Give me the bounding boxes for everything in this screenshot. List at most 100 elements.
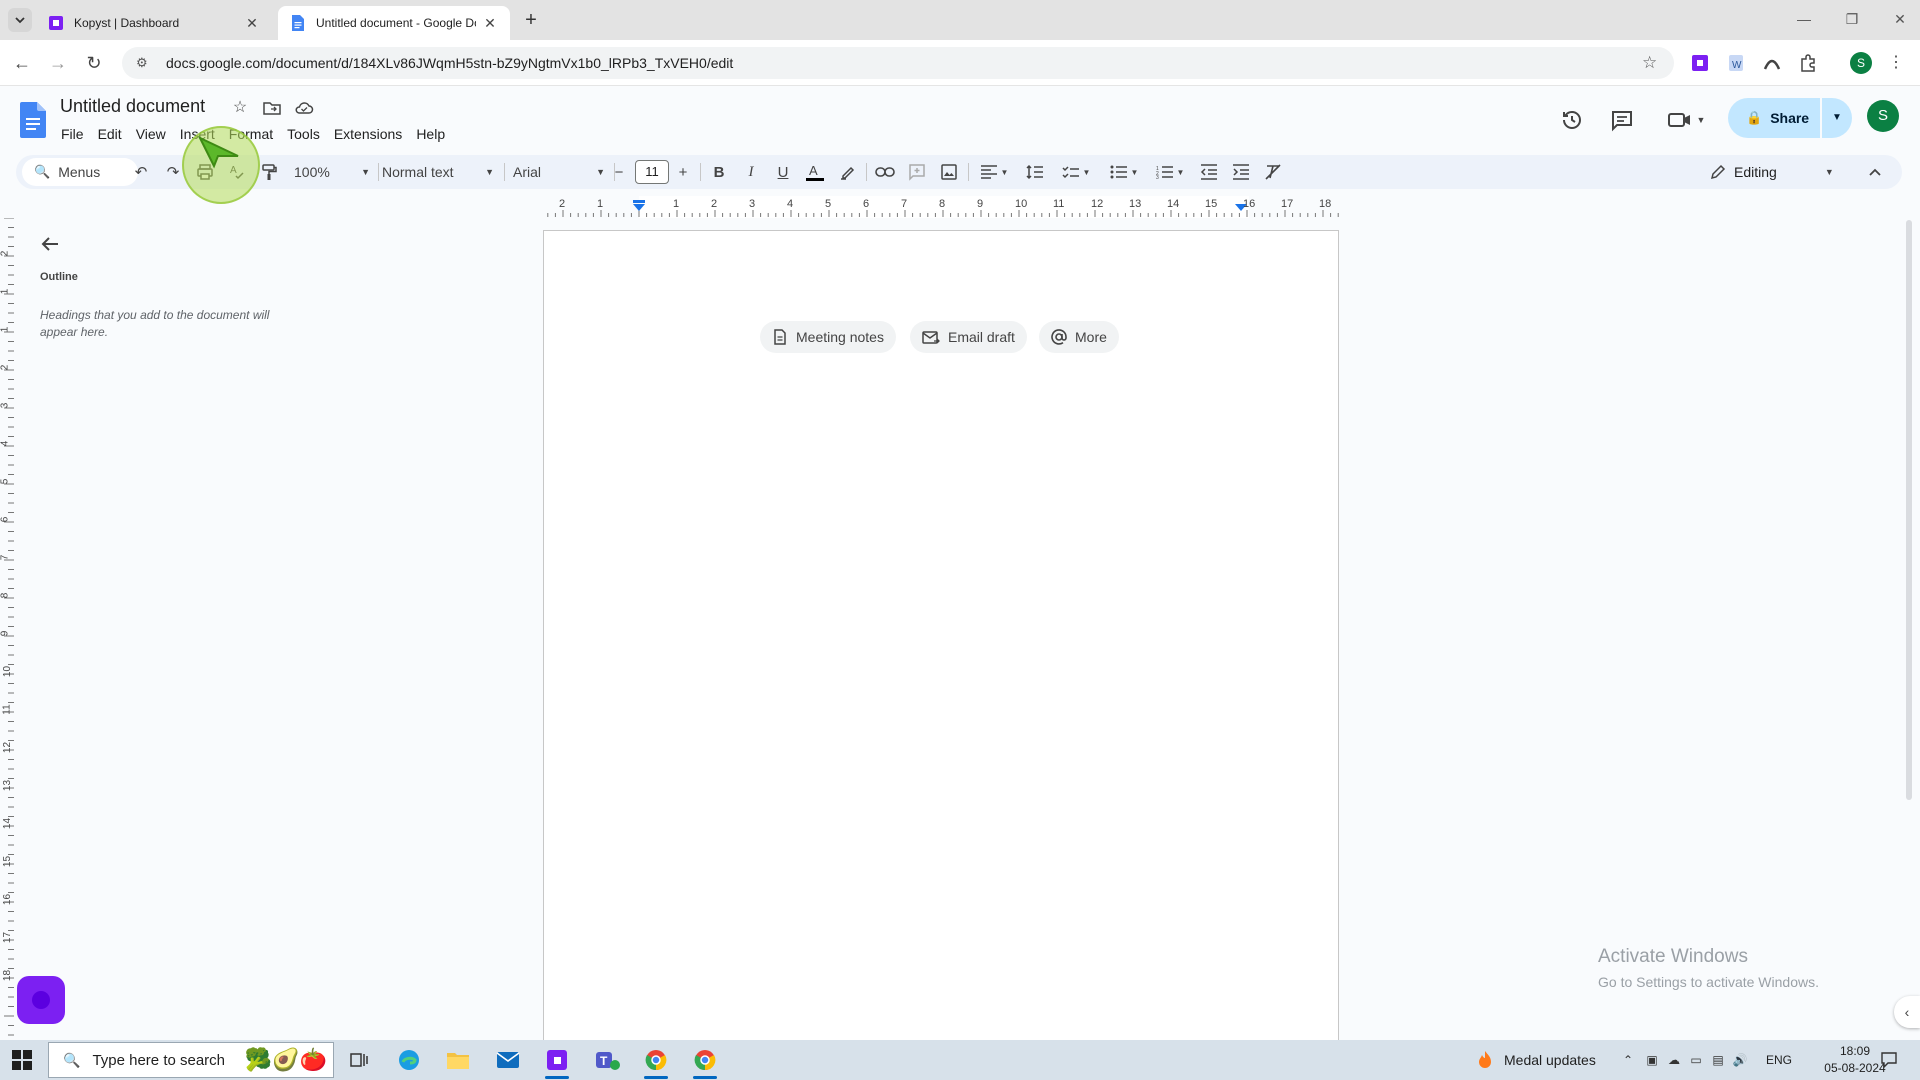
tab-search-button[interactable]: [8, 8, 32, 32]
move-folder-icon[interactable]: [262, 98, 282, 118]
search-menus-input[interactable]: 🔍 Menus: [22, 158, 138, 186]
bold-button[interactable]: B: [706, 159, 732, 185]
text-color-button[interactable]: A: [802, 159, 828, 185]
numbered-list-button[interactable]: 123 ▼: [1150, 159, 1190, 185]
arc-extension-icon[interactable]: [1762, 53, 1782, 73]
volume-icon[interactable]: 🔊: [1732, 1052, 1748, 1068]
underline-button[interactable]: U: [770, 159, 796, 185]
vertical-ruler[interactable]: [0, 218, 14, 1040]
decrease-indent-button[interactable]: [1196, 159, 1222, 185]
menu-view[interactable]: View: [129, 124, 173, 144]
word-extension-icon[interactable]: W: [1726, 53, 1746, 73]
more-chip[interactable]: More: [1039, 321, 1119, 353]
notifications-icon[interactable]: [1880, 1051, 1898, 1069]
language-indicator[interactable]: ENG: [1766, 1053, 1792, 1067]
watermark-subtitle: Go to Settings to activate Windows.: [1598, 974, 1819, 990]
close-icon[interactable]: ✕: [244, 15, 260, 31]
menu-help[interactable]: Help: [409, 124, 452, 144]
close-outline-button[interactable]: [38, 232, 62, 256]
menu-edit[interactable]: Edit: [91, 124, 129, 144]
first-line-indent-marker[interactable]: [633, 200, 645, 203]
insert-link-button[interactable]: [872, 159, 898, 185]
back-button[interactable]: ←: [10, 51, 34, 75]
zoom-value: 100%: [294, 164, 330, 180]
account-avatar[interactable]: S: [1867, 100, 1899, 132]
paragraph-style-select[interactable]: Normal text ▼: [382, 160, 494, 184]
new-tab-button[interactable]: +: [520, 9, 542, 31]
meeting-notes-chip[interactable]: Meeting notes: [760, 321, 896, 353]
hide-menus-button[interactable]: [1862, 159, 1888, 185]
chrome-menu-icon[interactable]: ⋮: [1888, 52, 1904, 74]
star-icon[interactable]: ☆: [230, 98, 250, 118]
font-family-select[interactable]: Arial ▼: [513, 160, 605, 184]
extensions-puzzle-icon[interactable]: [1798, 53, 1818, 73]
insert-image-button[interactable]: [936, 159, 962, 185]
task-view-icon[interactable]: [344, 1046, 374, 1074]
cloud-saved-icon[interactable]: [294, 98, 314, 118]
meet-button[interactable]: ▼: [1662, 106, 1710, 134]
tab-google-docs[interactable]: Untitled document - Google Do ✕: [278, 6, 510, 40]
italic-button[interactable]: I: [738, 159, 764, 185]
google-docs-logo-icon[interactable]: [20, 102, 46, 138]
font-size-input[interactable]: 11: [635, 160, 669, 184]
activate-windows-watermark: Activate Windows Go to Settings to activ…: [1598, 946, 1819, 990]
increase-indent-button[interactable]: [1228, 159, 1254, 185]
vertical-scrollbar[interactable]: [1906, 220, 1912, 800]
medal-flame-icon[interactable]: [1476, 1050, 1494, 1070]
email-draft-chip[interactable]: Email draft: [910, 321, 1027, 353]
side-panel-toggle[interactable]: ‹: [1894, 996, 1920, 1028]
decrease-font-size-button[interactable]: −: [606, 159, 632, 185]
file-explorer-icon[interactable]: [443, 1046, 473, 1074]
chevron-up-icon[interactable]: ⌃: [1620, 1052, 1636, 1068]
network-icon[interactable]: ▤: [1710, 1052, 1726, 1068]
document-page[interactable]: Meeting notes Email draft More: [543, 230, 1339, 1050]
reload-button[interactable]: ↻: [82, 51, 106, 75]
bookmark-star-icon[interactable]: ☆: [1642, 53, 1662, 73]
highlight-color-button[interactable]: [834, 159, 860, 185]
increase-font-size-button[interactable]: +: [670, 159, 696, 185]
edge-browser-icon[interactable]: [394, 1046, 424, 1074]
clear-formatting-button[interactable]: [1260, 159, 1286, 185]
add-comment-button[interactable]: [904, 159, 930, 185]
tab-kopyst-dashboard[interactable]: Kopyst | Dashboard ✕: [36, 6, 272, 40]
close-window-button[interactable]: ✕: [1886, 8, 1914, 30]
chrome-profile-s-icon[interactable]: [690, 1046, 720, 1079]
ruler-label: 1: [0, 326, 11, 333]
medal-updates-label[interactable]: Medal updates: [1504, 1052, 1596, 1068]
kopyst-extension-icon[interactable]: [1690, 53, 1710, 73]
windows-start-icon[interactable]: [12, 1050, 32, 1070]
site-info-icon[interactable]: ⚙: [136, 55, 152, 71]
minimize-button[interactable]: —: [1790, 8, 1818, 30]
restore-button[interactable]: ❐: [1838, 8, 1866, 30]
kopyst-widget-button[interactable]: [17, 976, 65, 1024]
forward-button[interactable]: →: [46, 51, 70, 75]
taskbar-search-input[interactable]: 🔍 Type here to search 🥦🥑🍅: [48, 1042, 334, 1078]
omnibox[interactable]: ⚙ docs.google.com/document/d/184XLv86JWq…: [122, 47, 1674, 79]
version-history-button[interactable]: [1558, 106, 1586, 134]
zoom-select[interactable]: 100% ▼: [294, 160, 370, 184]
kopyst-app-icon[interactable]: [542, 1046, 572, 1079]
comments-button[interactable]: [1608, 106, 1636, 134]
menu-tools[interactable]: Tools: [280, 124, 327, 144]
kopyst-dot-icon: [32, 991, 50, 1009]
bulleted-list-button[interactable]: ▼: [1104, 159, 1144, 185]
align-button[interactable]: ▼: [974, 159, 1014, 185]
mail-icon[interactable]: [493, 1046, 523, 1074]
editing-mode-select[interactable]: Editing ▼: [1710, 160, 1850, 184]
chrome-profile-a-icon[interactable]: [641, 1046, 671, 1079]
teams-icon[interactable]: T: [592, 1046, 622, 1074]
onedrive-icon[interactable]: ☁: [1666, 1052, 1682, 1068]
checklist-button[interactable]: ▼: [1056, 159, 1096, 185]
teams-tray-icon[interactable]: ▣: [1644, 1052, 1660, 1068]
ruler-label: 2: [711, 198, 718, 210]
menu-file[interactable]: File: [54, 124, 91, 144]
line-spacing-button[interactable]: [1022, 159, 1048, 185]
document-title[interactable]: Untitled document: [60, 96, 205, 117]
share-button[interactable]: 🔒 Share: [1728, 98, 1820, 138]
chrome-profile-avatar[interactable]: S: [1850, 52, 1872, 74]
share-dropdown-button[interactable]: ▼: [1822, 98, 1852, 138]
undo-button[interactable]: ↶: [128, 159, 154, 185]
battery-icon[interactable]: ▭: [1688, 1052, 1704, 1068]
close-icon[interactable]: ✕: [482, 15, 498, 31]
menu-extensions[interactable]: Extensions: [327, 124, 409, 144]
